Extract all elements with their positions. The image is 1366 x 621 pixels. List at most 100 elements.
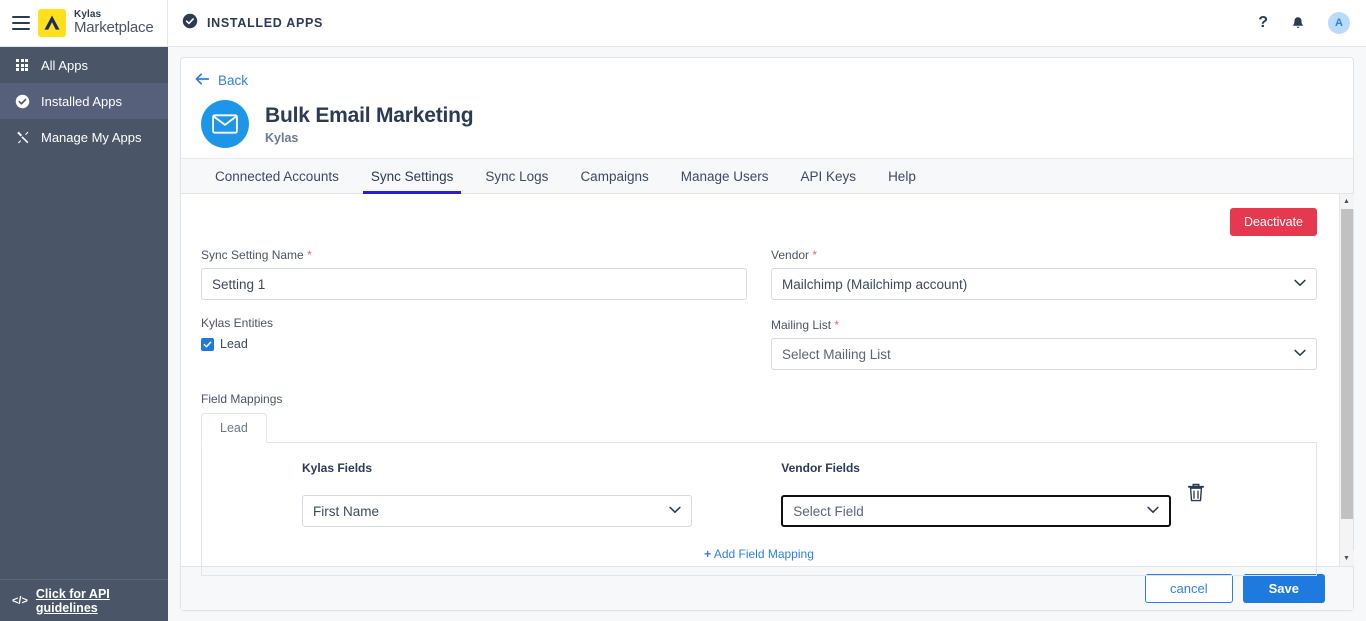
scrollbar-thumb[interactable] xyxy=(1341,209,1353,519)
api-guidelines-link[interactable]: </> Click for API guidelines xyxy=(0,579,168,621)
sync-setting-name-label-text: Sync Setting Name xyxy=(201,248,304,262)
sidebar-item-installed-apps[interactable]: Installed Apps xyxy=(0,83,168,119)
tab-bar: Connected Accounts Sync Settings Sync Lo… xyxy=(181,158,1353,194)
vertical-scrollbar[interactable]: ▲ ▼ xyxy=(1339,194,1353,566)
sidebar-item-manage-my-apps[interactable]: Manage My Apps xyxy=(0,119,168,155)
scrollbar-track[interactable] xyxy=(1340,209,1354,551)
cancel-button[interactable]: cancel xyxy=(1145,574,1233,603)
kylas-fields-header: Kylas Fields xyxy=(302,461,781,475)
tab-sync-logs[interactable]: Sync Logs xyxy=(469,169,564,193)
add-field-mapping-button[interactable]: + Add Field Mapping xyxy=(202,527,1316,575)
deactivate-button[interactable]: Deactivate xyxy=(1230,208,1317,236)
main-content: Back Bulk Email Marketing Kylas xyxy=(168,47,1366,621)
page-title: Bulk Email Marketing xyxy=(265,104,473,128)
field-mapping-row: Kylas Fields First Name xyxy=(202,461,1316,527)
avatar[interactable]: A xyxy=(1328,12,1350,34)
required-asterisk: * xyxy=(307,248,312,262)
mailing-list-label-text: Mailing List xyxy=(771,318,831,332)
vendor-field-select[interactable]: Select Field xyxy=(781,495,1171,527)
brand-text: Kylas Marketplace xyxy=(74,10,154,35)
mailing-list-select-value: Select Mailing List xyxy=(782,347,891,362)
required-asterisk: * xyxy=(834,318,839,332)
field-mapping-entity-tabs: Lead xyxy=(201,413,1317,443)
vendor-select-value: Mailchimp (Mailchimp account) xyxy=(782,277,967,292)
kylas-logo-icon[interactable] xyxy=(38,9,66,37)
chevron-down-icon xyxy=(1147,505,1159,517)
scroll-up-arrow[interactable]: ▲ xyxy=(1340,194,1354,209)
plus-icon: + xyxy=(704,547,711,561)
vendor-field-select-value: Select Field xyxy=(793,504,864,519)
sync-setting-name-input[interactable] xyxy=(201,268,747,300)
vendor-select[interactable]: Mailchimp (Mailchimp account) xyxy=(771,268,1317,300)
required-asterisk: * xyxy=(812,248,817,262)
vendor-fields-column: Vendor Fields Select Field xyxy=(781,461,1316,527)
arrow-left-icon xyxy=(195,73,210,88)
topbar-section-label: INSTALLED APPS xyxy=(207,16,323,30)
app-title-block: Bulk Email Marketing Kylas xyxy=(265,104,473,145)
top-bar: Kylas Marketplace INSTALLED APPS ? A xyxy=(0,0,1366,47)
code-icon: </> xyxy=(12,595,28,607)
brand-line-2: Marketplace xyxy=(74,20,154,36)
lead-checkbox-row[interactable]: Lead xyxy=(201,337,747,351)
tools-icon xyxy=(14,130,30,145)
sidebar-item-all-apps[interactable]: All Apps xyxy=(0,47,168,83)
trash-icon xyxy=(1187,490,1205,507)
scroll-area: Deactivate Sync Setting Name * Kylas Ent… xyxy=(181,194,1353,566)
field-mappings-label: Field Mappings xyxy=(201,392,1317,406)
app-root: Kylas Marketplace INSTALLED APPS ? A xyxy=(0,0,1366,621)
chevron-down-icon xyxy=(1294,348,1306,360)
form-col-right: Vendor * Mailchimp (Mailchimp account) xyxy=(771,248,1317,370)
tab-api-keys[interactable]: API Keys xyxy=(785,169,873,193)
save-button[interactable]: Save xyxy=(1243,574,1325,603)
mailing-list-label: Mailing List * xyxy=(771,318,1317,332)
sync-setting-name-label: Sync Setting Name * xyxy=(201,248,747,262)
back-button[interactable]: Back xyxy=(195,73,248,88)
back-label: Back xyxy=(218,73,248,88)
check-circle-icon xyxy=(182,13,198,34)
add-field-mapping-label: Add Field Mapping xyxy=(714,547,814,561)
kylas-field-select[interactable]: First Name xyxy=(302,495,692,527)
app-vendor-label: Kylas xyxy=(265,131,473,145)
mailing-list-select[interactable]: Select Mailing List xyxy=(771,338,1317,370)
topbar-section-installed-apps: INSTALLED APPS xyxy=(168,0,323,47)
form-grid-top: Sync Setting Name * Kylas Entities xyxy=(201,248,1317,370)
envelope-icon xyxy=(201,100,249,148)
sidebar-item-label: All Apps xyxy=(41,58,88,73)
kylas-fields-column: Kylas Fields First Name xyxy=(202,461,781,527)
app-header: Bulk Email Marketing Kylas xyxy=(181,90,1353,158)
grid-icon xyxy=(14,59,30,71)
sidebar: All Apps Installed Apps xyxy=(0,47,168,621)
tab-campaigns[interactable]: Campaigns xyxy=(564,169,664,193)
body-row: All Apps Installed Apps xyxy=(0,47,1366,621)
chevron-down-icon xyxy=(669,505,681,517)
back-row: Back xyxy=(181,58,1353,90)
hamburger-icon[interactable] xyxy=(12,16,30,30)
api-guidelines-label: Click for API guidelines xyxy=(36,587,168,615)
app-detail-card: Back Bulk Email Marketing Kylas xyxy=(180,57,1354,611)
check-circle-icon xyxy=(14,94,30,109)
kylas-field-select-value: First Name xyxy=(313,504,379,519)
sidebar-item-label: Manage My Apps xyxy=(41,130,141,145)
tab-connected-accounts[interactable]: Connected Accounts xyxy=(199,169,355,193)
sidebar-item-label: Installed Apps xyxy=(41,94,122,109)
deactivate-row: Deactivate xyxy=(201,194,1317,236)
lead-checkbox[interactable] xyxy=(201,338,214,351)
sync-settings-form: Deactivate Sync Setting Name * Kylas Ent… xyxy=(181,194,1339,566)
vendor-label-text: Vendor xyxy=(771,248,809,262)
tab-sync-settings[interactable]: Sync Settings xyxy=(355,169,470,193)
vendor-fields-header: Vendor Fields xyxy=(781,461,1171,475)
question-mark-icon[interactable]: ? xyxy=(1258,14,1268,32)
bell-icon[interactable] xyxy=(1290,15,1306,32)
delete-mapping-button[interactable] xyxy=(1187,483,1205,508)
tab-manage-users[interactable]: Manage Users xyxy=(665,169,785,193)
tab-help[interactable]: Help xyxy=(872,169,932,193)
vendor-label: Vendor * xyxy=(771,248,1317,262)
scroll-down-arrow[interactable]: ▼ xyxy=(1340,551,1354,566)
topbar-actions: ? A xyxy=(1258,12,1366,34)
lead-checkbox-label: Lead xyxy=(220,337,248,351)
brand-zone: Kylas Marketplace xyxy=(0,0,168,47)
chevron-down-icon xyxy=(1294,278,1306,290)
entity-tab-lead[interactable]: Lead xyxy=(201,413,267,443)
form-col-left: Sync Setting Name * Kylas Entities xyxy=(201,248,747,370)
kylas-entities-label: Kylas Entities xyxy=(201,316,747,330)
